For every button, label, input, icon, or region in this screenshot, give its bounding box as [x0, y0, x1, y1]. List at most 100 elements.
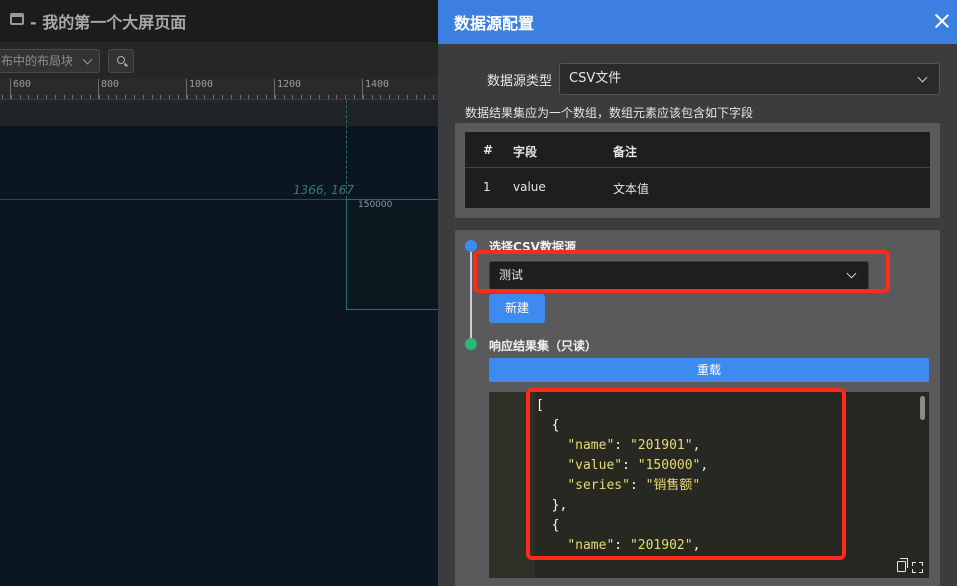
canvas[interactable]: [0, 126, 438, 586]
ruler-tick: [222, 95, 223, 99]
coordinate-label: 1366, 167: [293, 183, 355, 197]
ruler-tick: [37, 95, 38, 99]
ruler-label: 800: [101, 79, 120, 90]
ruler-tick: [389, 95, 390, 99]
ruler-label: 1200: [277, 79, 302, 90]
ruler-tick: [372, 95, 373, 99]
editor-workspace: - 我的第一个大屏页面 布中的布局块 600 800 1000 1200 1400 13…: [0, 0, 438, 586]
ruler-tick: [424, 95, 425, 99]
search-button[interactable]: [108, 49, 134, 73]
ruler-tick: [125, 95, 126, 99]
ruler-tick: [292, 95, 293, 99]
table-header: # 字段 备注: [465, 132, 930, 168]
ruler-tick: [416, 95, 417, 99]
new-button[interactable]: 新建: [489, 294, 545, 323]
widget-value: 150000: [358, 200, 393, 210]
ruler-tick: [328, 95, 329, 99]
layer-select-value: 布中的布局块: [1, 54, 74, 68]
ruler-tick: [178, 95, 179, 99]
panel-header: 数据源配置: [438, 0, 957, 44]
ruler-tick: [336, 95, 337, 99]
chart-widget[interactable]: [346, 199, 438, 310]
ruler-tick: [319, 95, 320, 99]
ruler-tick: [20, 95, 21, 99]
ruler-tick: [90, 95, 91, 99]
column-header-note: 备注: [613, 145, 638, 159]
column-header-index: #: [483, 143, 494, 157]
ruler-strip: [0, 100, 438, 126]
ruler-major-tick: [186, 79, 187, 99]
ruler-major-tick: [274, 79, 275, 99]
ruler-tick: [46, 95, 47, 99]
ruler-tick: [99, 95, 100, 99]
ruler-tick: [134, 95, 135, 99]
ruler-tick: [354, 95, 355, 99]
ruler-tick: [257, 95, 258, 99]
ruler-tick: [11, 95, 12, 99]
ruler-tick: [55, 95, 56, 99]
step-result-label: 响应结果集（只读）: [489, 339, 598, 353]
chevron-down-icon: [82, 54, 93, 65]
row-index: 1: [483, 180, 491, 194]
toolbar: 布中的布局块: [0, 42, 438, 78]
highlight-frame: [473, 250, 890, 293]
panel-title: 数据源配置: [454, 14, 535, 33]
ruler-tick: [2, 95, 3, 99]
ruler-tick: [266, 95, 267, 99]
ruler-tick: [169, 95, 170, 99]
ruler-major-tick: [10, 79, 11, 99]
step-dot-done: [465, 338, 477, 350]
ruler-tick: [398, 95, 399, 99]
fields-hint: 数据结果集应为一个数组，数组元素应该包含如下字段: [465, 106, 754, 120]
fields-table: # 字段 备注 1 value 文本值: [465, 132, 930, 208]
top-bar: - 我的第一个大屏页面: [0, 0, 438, 42]
ruler-tick: [196, 95, 197, 99]
ruler-tick: [231, 95, 232, 99]
scrollbar[interactable]: [920, 396, 925, 420]
datasource-type-label: 数据源类型: [487, 74, 553, 89]
row-note: 文本值: [613, 182, 650, 196]
chevron-down-icon: [917, 72, 928, 83]
highlight-frame: [526, 388, 846, 560]
ruler-tick: [143, 95, 144, 99]
layer-select[interactable]: 布中的布局块: [0, 49, 100, 73]
ruler-tick: [433, 95, 434, 99]
step-connector: [470, 252, 472, 338]
ruler-tick: [108, 95, 109, 99]
fields-box: # 字段 备注 1 value 文本值: [455, 123, 940, 218]
row-field: value: [513, 180, 546, 194]
fullscreen-icon[interactable]: [912, 562, 923, 573]
ruler-tick: [345, 95, 346, 99]
ruler-tick: [301, 95, 302, 99]
ruler-tick: [284, 95, 285, 99]
close-icon[interactable]: [933, 12, 951, 30]
ruler-tick: [160, 95, 161, 99]
ruler-tick: [64, 95, 65, 99]
ruler-label: 1000: [189, 79, 214, 90]
guide-line-horizontal: [0, 199, 346, 200]
copy-icon[interactable]: [897, 558, 908, 572]
window-icon: [10, 13, 24, 25]
ruler-tick: [204, 95, 205, 99]
reload-button[interactable]: 重载: [489, 358, 929, 382]
ruler-tick: [248, 95, 249, 99]
ruler-tick: [152, 95, 153, 99]
ruler-tick: [310, 95, 311, 99]
ruler-major-tick: [362, 79, 363, 99]
ruler-tick: [240, 95, 241, 99]
datasource-type-select[interactable]: CSV文件: [559, 63, 940, 95]
horizontal-ruler: 600 800 1000 1200 1400: [0, 78, 438, 100]
ruler-tick: [116, 95, 117, 99]
page-title: - 我的第一个大屏页面: [30, 13, 187, 32]
ruler-tick: [407, 95, 408, 99]
ruler-tick: [363, 95, 364, 99]
ruler-tick: [72, 95, 73, 99]
ruler-tick: [187, 95, 188, 99]
datasource-type-value: CSV文件: [569, 71, 622, 86]
ruler-major-tick: [98, 79, 99, 99]
ruler-label: 1400: [365, 79, 390, 90]
datasource-panel: 数据源配置 数据源类型 CSV文件 数据结果集应为一个数组，数组元素应该包含如下…: [438, 0, 957, 586]
ruler-label: 600: [13, 79, 32, 90]
ruler-tick: [275, 95, 276, 99]
ruler-tick: [81, 95, 82, 99]
